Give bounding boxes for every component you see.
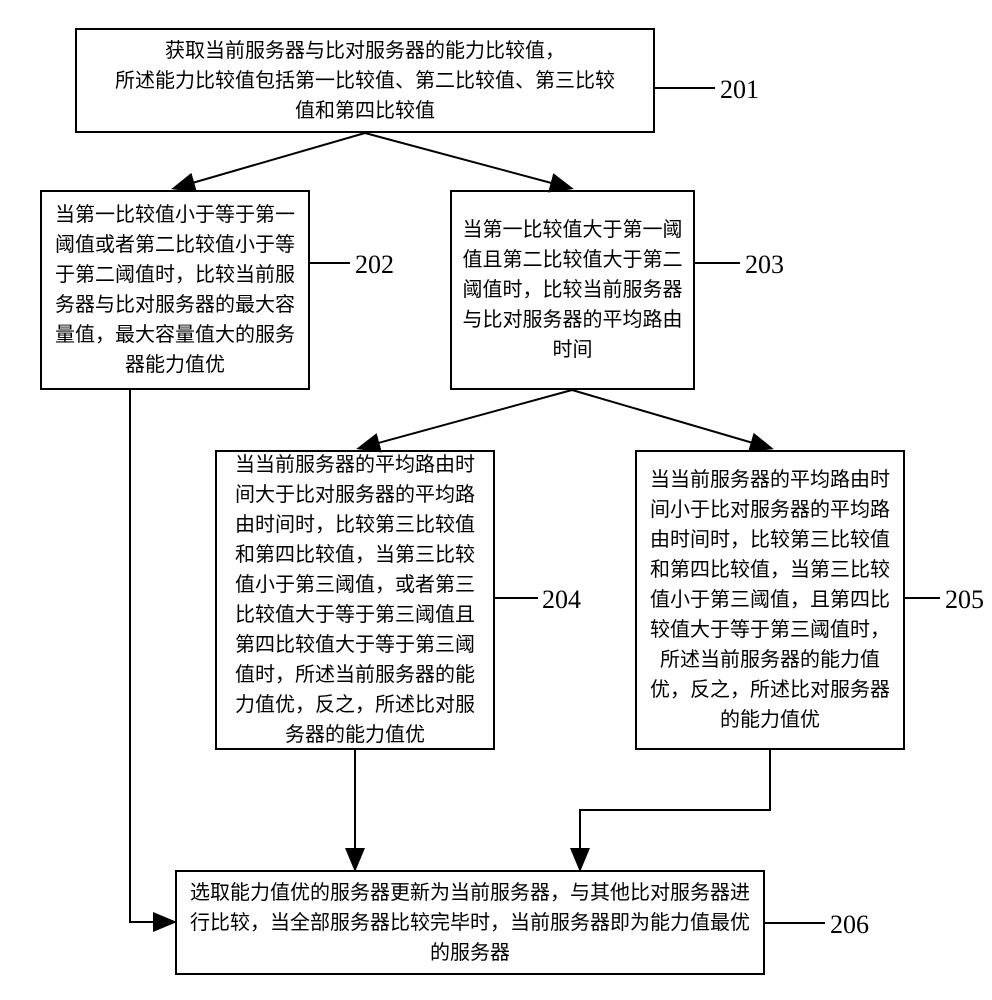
flow-node-201: 获取当前服务器与比对服务器的能力比较值， 所述能力比较值包括第一比较值、第二比较… [75, 28, 655, 133]
flow-label-203: 203 [745, 250, 784, 280]
flow-label-205: 205 [945, 585, 984, 615]
flow-node-205: 当当前服务器的平均路由时间小于比对服务器的平均路由时间时，比较第三比较值和第四比… [635, 450, 905, 750]
flow-node-202: 当第一比较值小于等于第一阈值或者第二比较值小于等于第二阈值时，比较当前服务器与比… [40, 190, 310, 390]
flow-label-202: 202 [355, 250, 394, 280]
flow-node-206: 选取能力值优的服务器更新为当前服务器，与其他比对服务器进行比较，当全部服务器比较… [175, 870, 765, 975]
flow-label-204: 204 [542, 585, 581, 615]
flow-label-206: 206 [830, 910, 869, 940]
flow-node-204: 当当前服务器的平均路由时间大于比对服务器的平均路由时间时，比较第三比较值和第四比… [215, 450, 495, 750]
flow-label-201: 201 [720, 75, 759, 105]
flow-node-203: 当第一比较值大于第一阈值且第二比较值大于第二阈值时，比较当前服务器与比对服务器的… [450, 190, 695, 390]
